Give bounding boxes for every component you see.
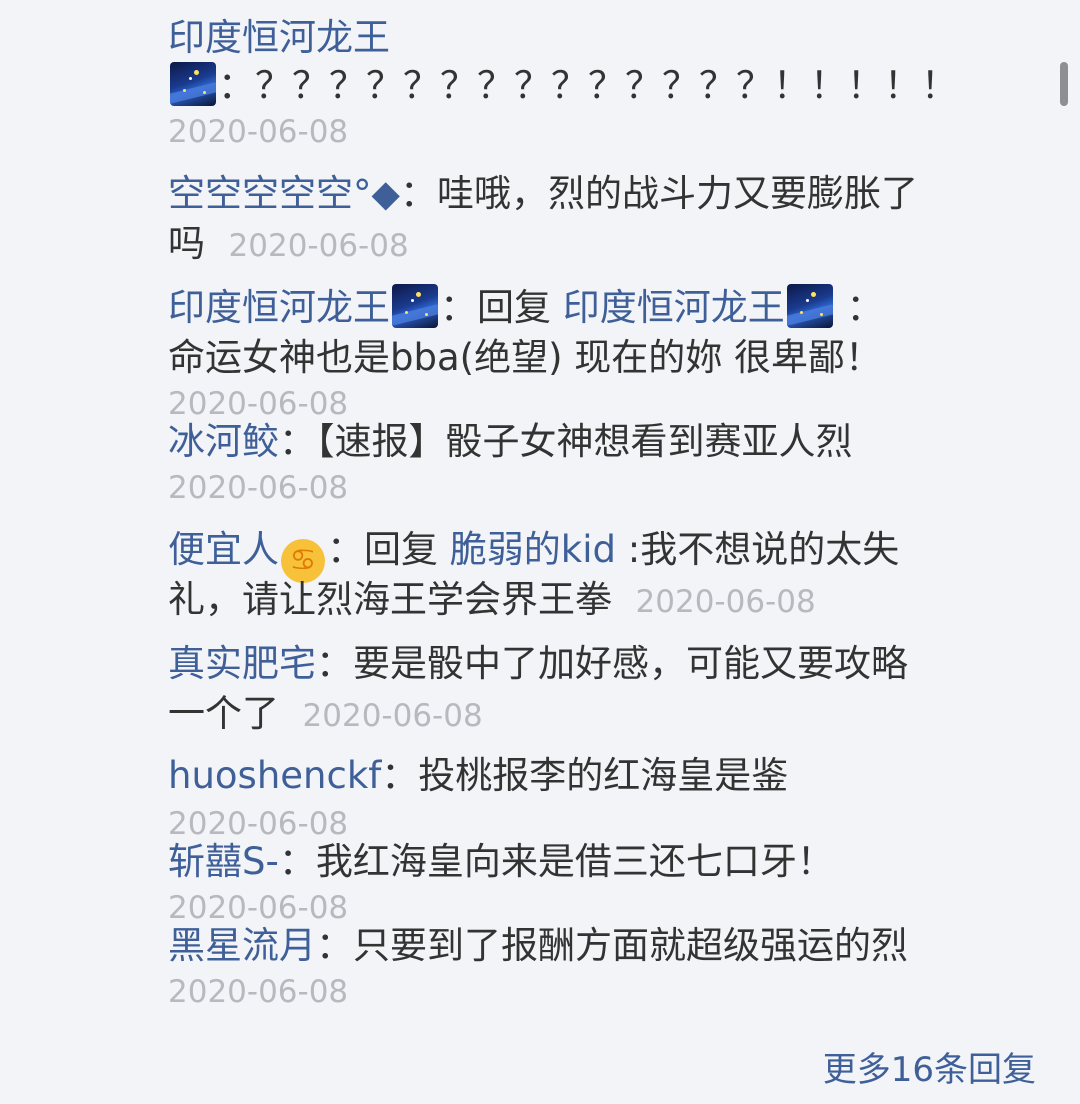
comment-3-line2: 命运女神也是bba(绝望) 现在的妳 很卑鄙！ [168,334,1038,382]
comment-5-text-cont: 礼，请让烈海王学会界王拳 [168,578,612,621]
comment-8-line1: 斩囍S-：我红海皇向来是借三还七口牙！ [168,838,1038,886]
more-replies-link[interactable]: 更多16条回复 [823,1048,1036,1092]
comment-6-text: ：要是骰中了加好感，可能又要攻略 [316,642,908,685]
comment-1-username[interactable]: 印度恒河龙王 [168,16,390,59]
comment-8-text: ：我红海皇向来是借三还七口牙！ [278,840,834,883]
comment-9-date: 2020-06-08 [168,974,349,1010]
night-sky-emoji-icon [392,284,438,328]
comment-1-header: 印度恒河龙王 [168,14,1038,62]
night-sky-emoji-icon [170,62,216,106]
comment-4-line1: 冰河鲛：【速报】骰子女神想看到赛亚人烈 [168,418,1038,466]
comment-7-line1: huoshenckf：投桃报李的红海皇是鉴 [168,752,1038,800]
comment-3-reply-label: ：回复 [440,286,551,329]
comment-5-line2: 礼，请让烈海王学会界王拳 2020-06-08 [168,576,1038,626]
comment-2-line1: 空空空空空°◆：哇哦，烈的战斗力又要膨胀了 [168,170,1038,218]
comment-6-username[interactable]: 真实肥宅 [168,642,316,685]
comment-5-reply-to[interactable]: 脆弱的kid [450,528,616,571]
comment-9-username[interactable]: 黑星流月 [168,924,316,967]
comment-2-line2: 吗 2020-06-08 [168,220,1038,270]
comment-2-text: ：哇哦，烈的战斗力又要膨胀了 [399,172,918,215]
comment-8-username[interactable]: 斩囍S- [168,840,279,883]
comment-5-reply-label: ：回复 [327,528,438,571]
comment-7-username[interactable]: huoshenckf [168,754,381,797]
night-sky-emoji-icon [786,284,833,328]
comment-4-text: ：【速报】骰子女神想看到赛亚人烈 [279,420,853,463]
comment-9-line1: 黑星流月：只要到了报酬方面就超级强运的烈 [168,922,1038,970]
comment-3-text: 命运女神也是bba(绝望) 现在的妳 很卑鄙！ [168,336,883,379]
scrollbar-thumb[interactable] [1060,62,1068,106]
comment-6-text-cont: 一个了 [168,692,279,735]
comment-3-colon: ： [846,286,884,329]
comment-5-date: 2020-06-08 [635,584,816,620]
comment-4-username[interactable]: 冰河鲛 [168,420,279,463]
comment-5-text: :我不想说的太失 [627,528,900,571]
comment-3-reply-to[interactable]: 印度恒河龙王 [563,286,785,329]
comment-1-date: 2020-06-08 [168,114,349,150]
comment-5-username[interactable]: 便宜人 [168,528,279,571]
comment-3-username[interactable]: 印度恒河龙王 [168,286,390,329]
comment-7-text: ：投桃报李的红海皇是鉴 [381,754,789,797]
comment-4-date: 2020-06-08 [168,470,349,506]
comment-6-line2: 一个了 2020-06-08 [168,690,1038,740]
comment-6-date: 2020-06-08 [302,698,483,734]
comment-1-text: ：？？？？？？？？？？？？？？！！！！！ [218,64,958,107]
comment-2-text-cont: 吗 [168,222,205,265]
comment-3-line1: 印度恒河龙王 ：回复 印度恒河龙王 ： [168,284,1038,332]
comment-2-date: 2020-06-08 [228,228,409,264]
comment-5-line1: 便宜人 ♋ ：回复 脆弱的kid :我不想说的太失 [168,526,1038,583]
reply-thread: 印度恒河龙王 ：？？？？？？？？？？？？？？！！！！！ 2020-06-08 空… [0,0,1080,1104]
comment-9-text: ：只要到了报酬方面就超级强运的烈 [316,924,908,967]
comment-6-line1: 真实肥宅：要是骰中了加好感，可能又要攻略 [168,640,1038,688]
comment-1-body: ：？？？？？？？？？？？？？？！！！！！ [168,62,1038,110]
comment-2-username[interactable]: 空空空空空°◆ [168,172,400,215]
